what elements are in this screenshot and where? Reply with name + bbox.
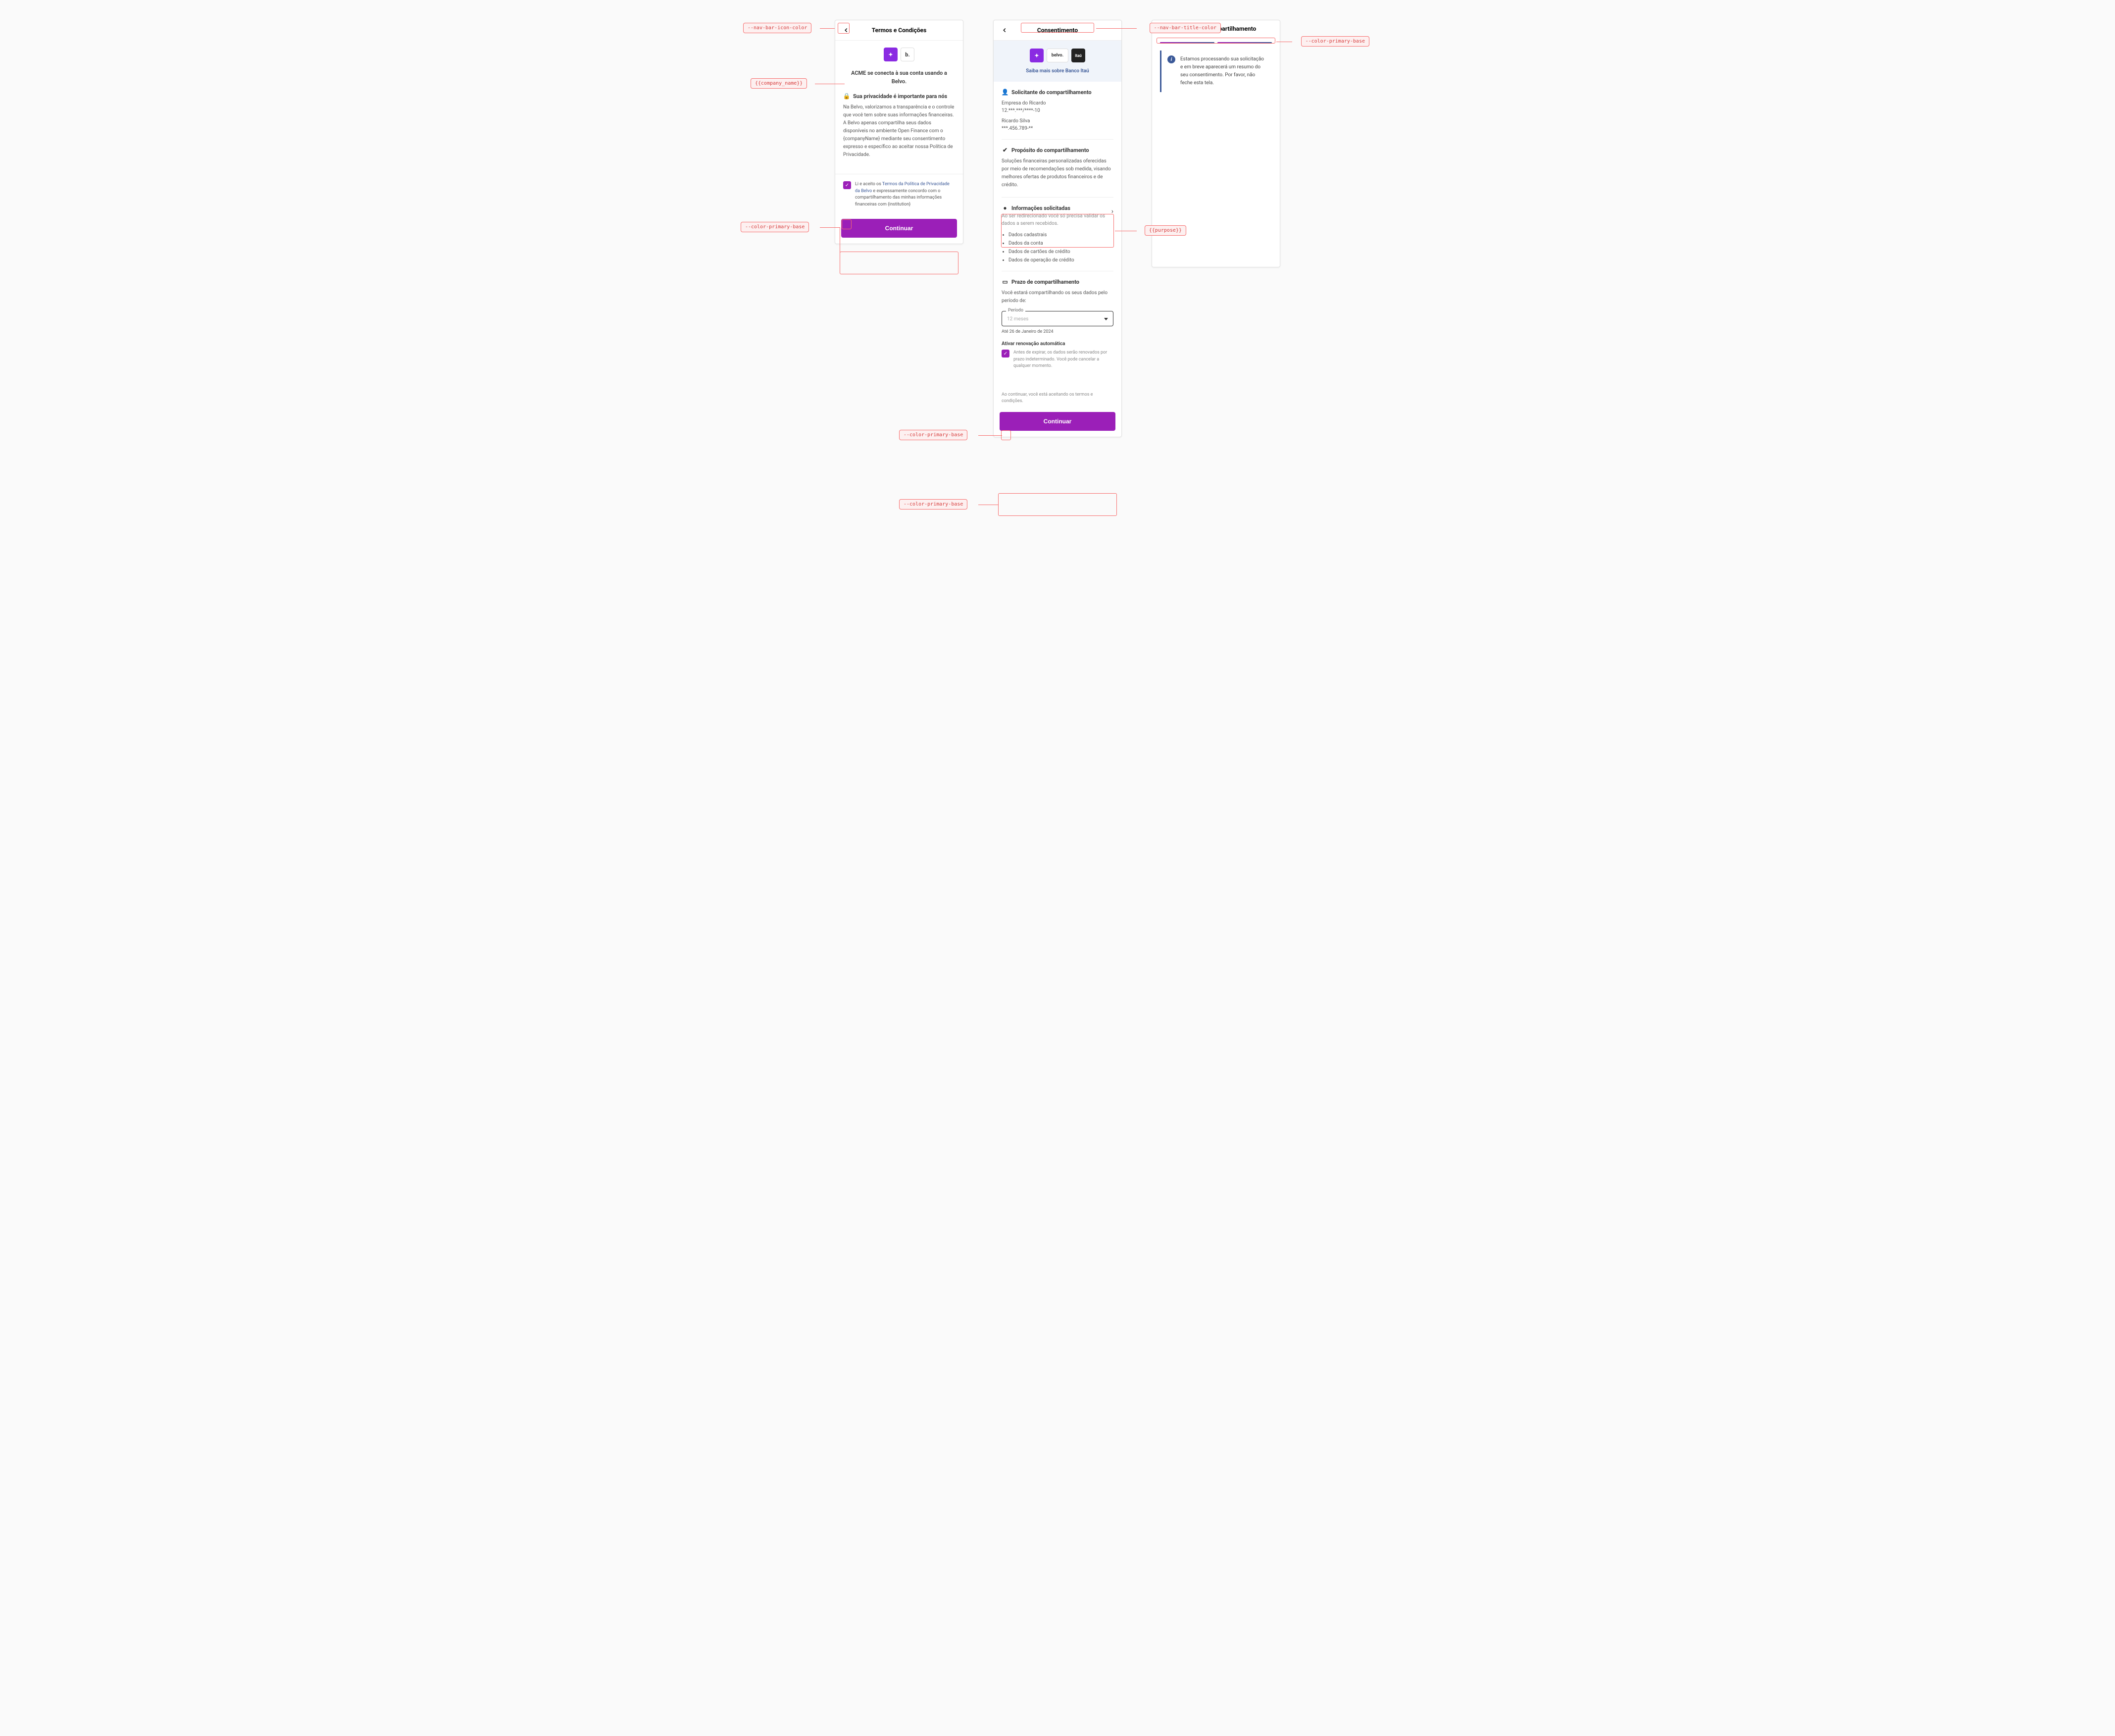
annotation-color-primary-base-1: --color-primary-base — [741, 222, 809, 232]
back-button[interactable] — [1000, 25, 1009, 35]
annotation-company-name: {{company_name}} — [751, 78, 807, 89]
screen-terms: Termos e Condições ✦ b. ACME se conecta … — [835, 20, 963, 244]
continue-button[interactable]: Continuar — [841, 219, 957, 238]
info-items-list: Dados cadastrais Dados da conta Dados de… — [1008, 232, 1113, 263]
nav-title: Consentimento — [1009, 27, 1106, 34]
period-select[interactable]: Período 12 meses — [1002, 311, 1113, 326]
period-value: 12 meses — [1007, 316, 1028, 322]
list-item: Dados de operação de crédito — [1008, 257, 1113, 263]
chevron-down-icon — [1104, 318, 1108, 320]
requester-company-id: 12.***.***/****-10 — [1002, 108, 1113, 113]
person-icon: 👤 — [1002, 89, 1008, 96]
requested-info-row[interactable]: ● Informações solicitadas Ao ser redirec… — [1002, 204, 1113, 227]
annotation-color-primary-base-2: --color-primary-base — [899, 430, 967, 440]
purpose-body: Soluções financeiras personalizadas ofer… — [1002, 157, 1113, 189]
purpose-heading: Propósito do compartilhamento — [1011, 147, 1089, 153]
list-item: Dados da conta — [1008, 241, 1113, 246]
annotation-nav-icon-color: --nav-bar-icon-color — [743, 23, 811, 33]
info-filled-icon: ● — [1002, 204, 1008, 211]
itau-logo-icon: itaú — [1071, 49, 1085, 62]
annotation-nav-title-color: --nav-bar-title-color — [1150, 23, 1221, 33]
privacy-body: Na Belvo, valorizamos a transparência e … — [843, 103, 955, 159]
belvo-logo-icon: belvo. — [1047, 49, 1068, 62]
annotation-color-primary-base-3: --color-primary-base — [899, 499, 967, 510]
acme-logo-icon: ✦ — [884, 48, 898, 61]
calendar-icon: ▭ — [1002, 278, 1008, 285]
annotation-color-primary-base-4: --color-primary-base — [1301, 36, 1369, 47]
nav-title: Termos e Condições — [851, 27, 947, 34]
auto-renew-body: Antes de expirar, os dados serão renovad… — [1013, 350, 1113, 370]
chevron-right-icon: › — [1111, 207, 1113, 215]
requester-heading: Solicitante do compartilhamento — [1011, 89, 1092, 96]
auto-renew-checkbox[interactable]: ✓ — [1002, 350, 1009, 357]
progress-indicator — [1152, 37, 1280, 44]
belvo-logo-icon: b. — [901, 48, 914, 61]
acme-logo-icon: ✦ — [1030, 49, 1044, 62]
period-intro: Você estará compartilhando os seus dados… — [1002, 289, 1113, 305]
list-item: Dados cadastrais — [1008, 232, 1113, 238]
learn-more-link[interactable]: Saiba mais sobre Banco Itaú — [1026, 68, 1089, 74]
footer-note: Ao continuar, você está aceitando os ter… — [994, 385, 1121, 408]
annotation-purpose: {{purpose}} — [1145, 225, 1186, 236]
info-sub: Ao ser redirecionado você só precisa val… — [1002, 212, 1108, 227]
period-until: Até 26 de Janeiro de 2024 — [1002, 329, 1113, 334]
list-item: Dados de cartões de crédito — [1008, 249, 1113, 255]
period-heading: Prazo de compartilhamento — [1011, 279, 1079, 285]
lock-icon: 🔒 — [843, 93, 850, 100]
period-label: Período — [1006, 308, 1025, 313]
check-badge-icon: ✔ — [1002, 147, 1008, 153]
terms-checkbox[interactable]: ✓ — [843, 181, 851, 189]
continue-button[interactable]: Continuar — [1000, 412, 1115, 431]
info-icon: i — [1167, 55, 1175, 63]
info-heading: Informações solicitadas — [1011, 205, 1070, 211]
requester-company: Empresa do Ricardo — [1002, 101, 1113, 106]
screen-consent: Consentimento ✦ belvo. itaú Saiba mais s… — [993, 20, 1122, 437]
privacy-heading: Sua privacidade é importante para nós — [853, 93, 947, 100]
requester-person-id: ***.456.789-** — [1002, 126, 1113, 131]
back-button[interactable] — [841, 25, 851, 35]
terms-consent-text: Li e aceito os Termos da Política de Pri… — [855, 181, 955, 208]
requester-person: Ricardo Silva — [1002, 118, 1113, 124]
auto-renew-title: Ativar renovação automática — [1002, 341, 1113, 347]
processing-info-box: i Estamos processando sua solicitação e … — [1160, 51, 1272, 92]
processing-text: Estamos processando sua solicitação e em… — [1180, 55, 1266, 87]
connect-text: ACME se conecta à sua conta usando a Bel… — [843, 69, 955, 86]
